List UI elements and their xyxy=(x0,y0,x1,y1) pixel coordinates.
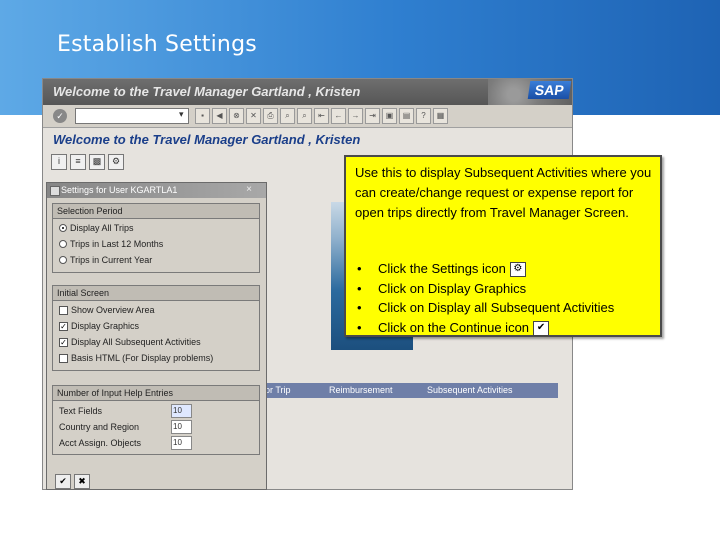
option-label: Trips in Current Year xyxy=(70,255,153,265)
app-toolbar: i ≡ ▩ ⚙ xyxy=(51,154,124,170)
sap-window-title: Welcome to the Travel Manager Gartland ,… xyxy=(53,84,361,99)
prev-page-icon[interactable]: ← xyxy=(331,108,346,124)
enter-icon[interactable]: ✓ xyxy=(53,109,67,123)
acct-assign-input[interactable]: 10 xyxy=(171,436,192,450)
callout-steps: Click the Settings icon⚙ Click on Displa… xyxy=(355,259,614,337)
checkbox-show-overview[interactable]: Show Overview Area xyxy=(59,305,155,315)
selection-period-group: Selection Period Display All Trips Trips… xyxy=(52,203,260,273)
instruction-callout: Use this to display Subsequent Activitie… xyxy=(344,155,662,337)
checkbox[interactable]: ✓ xyxy=(59,321,68,331)
input-help-header: Number of Input Help Entries xyxy=(53,386,259,401)
list-icon[interactable]: ≡ xyxy=(70,154,86,170)
cancel-icon[interactable]: ✕ xyxy=(246,108,261,124)
option-last-12-months[interactable]: Trips in Last 12 Months xyxy=(59,239,163,249)
option-label: Display All Trips xyxy=(70,223,134,233)
close-icon[interactable]: × xyxy=(246,184,252,195)
checkbox-display-graphics[interactable]: ✓ Display Graphics xyxy=(59,321,139,331)
checkbox-label: Basis HTML (For Display problems) xyxy=(71,353,214,363)
sap-logo: SAP xyxy=(527,81,572,99)
selection-period-header: Selection Period xyxy=(53,204,259,219)
dialog-title: Settings for User KGARTLA1 xyxy=(61,185,178,195)
command-field[interactable] xyxy=(75,108,189,124)
continue-icon[interactable]: ✔ xyxy=(55,474,71,489)
option-current-year[interactable]: Trips in Current Year xyxy=(59,255,152,265)
row-label: Country and Region xyxy=(59,422,140,432)
dialog-buttons: ✔ ✖ xyxy=(55,474,90,489)
cancel-icon[interactable]: ✖ xyxy=(74,474,90,489)
last-page-icon[interactable]: ⇥ xyxy=(365,108,380,124)
initial-screen-group: Initial Screen Show Overview Area ✓ Disp… xyxy=(52,285,260,371)
toolbar-icons: ▪ ◀ ⊗ ✕ ⎙ ⌕ ⌕ ⇤ ← → ⇥ ▣ ▤ ? ▦ xyxy=(195,108,448,124)
dialog-titlebar: Settings for User KGARTLA1 × xyxy=(47,183,266,198)
step-text: Click the Settings icon xyxy=(378,261,506,276)
initial-screen-header: Initial Screen xyxy=(53,286,259,301)
row-label: Text Fields xyxy=(59,406,103,416)
main-title: Welcome to the Travel Manager Gartland ,… xyxy=(53,132,361,147)
step-text: Click on Display all Subsequent Activiti… xyxy=(378,300,615,315)
command-dropdown-icon[interactable]: ▾ xyxy=(179,109,184,120)
country-region-input[interactable]: 10 xyxy=(171,420,192,434)
step-item: Click on Display Graphics xyxy=(355,279,614,299)
shortcut-icon[interactable]: ▤ xyxy=(399,108,414,124)
callout-intro: Use this to display Subsequent Activitie… xyxy=(355,165,652,220)
sap-logo-area: SAP xyxy=(488,79,572,105)
checkbox-label: Display Graphics xyxy=(71,321,140,331)
option-label: Trips in Last 12 Months xyxy=(70,239,164,249)
grid-col-subsequent: Subsequent Activities xyxy=(427,385,513,395)
grid-col-reimbursement: Reimbursement xyxy=(329,385,393,395)
layout-icon[interactable]: ▦ xyxy=(433,108,448,124)
sap-titlebar: Welcome to the Travel Manager Gartland ,… xyxy=(43,79,572,105)
checkbox[interactable]: ✓ xyxy=(59,337,68,347)
next-page-icon[interactable]: → xyxy=(348,108,363,124)
settings-icon: ⚙ xyxy=(509,262,526,278)
dialog-icon xyxy=(50,186,60,196)
help-icon[interactable]: ? xyxy=(416,108,431,124)
step-item: Click on Display all Subsequent Activiti… xyxy=(355,298,614,318)
option-display-all-trips[interactable]: Display All Trips xyxy=(59,223,134,233)
slide-title: Establish Settings xyxy=(57,32,257,57)
checkbox-label: Display All Subsequent Activities xyxy=(71,337,201,347)
print-icon[interactable]: ⎙ xyxy=(263,108,278,124)
trip-grid-header: or Trip Reimbursement Subsequent Activit… xyxy=(263,383,558,398)
checkbox-basis-html[interactable]: Basis HTML (For Display problems) xyxy=(59,353,213,363)
graphics-icon[interactable]: ▩ xyxy=(89,154,105,170)
settings-icon[interactable]: ⚙ xyxy=(108,154,124,170)
step-item: Click the Settings icon⚙ xyxy=(355,259,614,279)
step-item: Click on the Continue icon✔ xyxy=(355,318,614,338)
grid-col-trip: or Trip xyxy=(265,385,291,395)
step-text: Click on Display Graphics xyxy=(378,280,527,296)
input-help-group: Number of Input Help Entries Text Fields… xyxy=(52,385,260,455)
info-icon[interactable]: i xyxy=(51,154,67,170)
sap-system-toolbar: ✓ ▾ ▪ ◀ ⊗ ✕ ⎙ ⌕ ⌕ ⇤ ← → ⇥ ▣ ▤ ? ▦ xyxy=(43,105,572,128)
radio-button[interactable] xyxy=(59,240,67,248)
text-fields-input[interactable]: 10 xyxy=(171,404,192,418)
find-icon[interactable]: ⌕ xyxy=(280,108,295,124)
new-session-icon[interactable]: ▣ xyxy=(382,108,397,124)
settings-dialog: Settings for User KGARTLA1 × Selection P… xyxy=(46,182,267,490)
continue-icon: ✔ xyxy=(533,320,550,336)
row-label: Acct Assign. Objects xyxy=(59,438,142,448)
step-text: Click on the Continue icon xyxy=(378,319,530,335)
checkbox[interactable] xyxy=(59,353,68,363)
first-page-icon[interactable]: ⇤ xyxy=(314,108,329,124)
save-icon[interactable]: ▪ xyxy=(195,108,210,124)
radio-button[interactable] xyxy=(59,224,67,232)
radio-button[interactable] xyxy=(59,256,67,264)
checkbox[interactable] xyxy=(59,305,68,315)
checkbox-display-subsequent[interactable]: ✓ Display All Subsequent Activities xyxy=(59,337,201,347)
find-next-icon[interactable]: ⌕ xyxy=(297,108,312,124)
exit-icon[interactable]: ⊗ xyxy=(229,108,244,124)
back-icon[interactable]: ◀ xyxy=(212,108,227,124)
checkbox-label: Show Overview Area xyxy=(71,305,155,315)
